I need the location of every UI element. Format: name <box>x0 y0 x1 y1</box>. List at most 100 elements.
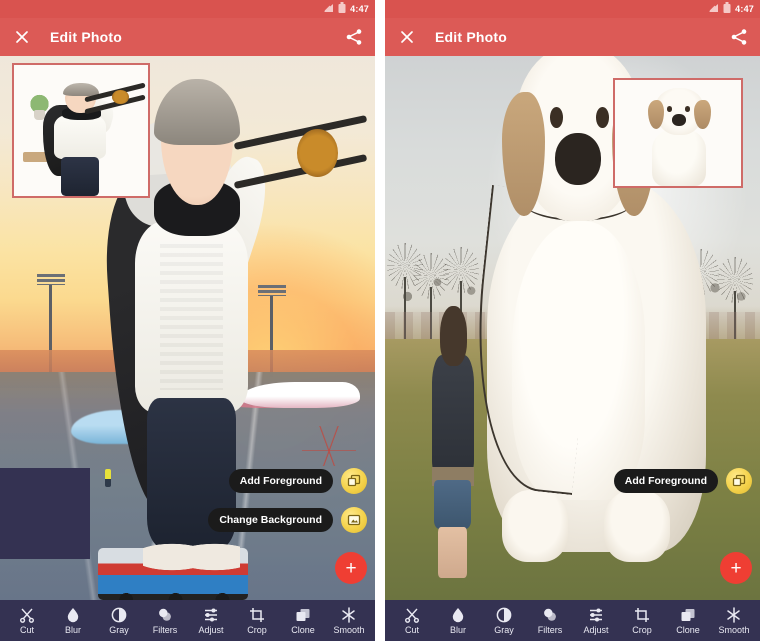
dog-eye <box>684 106 691 112</box>
tool-label: Blur <box>64 624 81 635</box>
screenshot-stage: 4:47 Edit Photo Add Foreground Change Ba… <box>0 0 760 641</box>
tool-filters[interactable]: Filters <box>527 607 573 635</box>
tool-label: Crop <box>247 624 267 635</box>
toy-biplane <box>233 105 368 214</box>
add-foreground-action[interactable]: Add Foreground <box>613 468 752 494</box>
share-icon[interactable] <box>345 28 363 46</box>
phone-screen-left: 4:47 Edit Photo Add Foreground Change Ba… <box>0 0 375 641</box>
tool-shadow[interactable]: Shad <box>372 607 375 635</box>
tool-cut[interactable]: Cut <box>4 607 50 635</box>
tool-label: Filters <box>537 624 563 635</box>
scissors-icon <box>404 607 420 624</box>
sparkle-icon <box>726 607 742 624</box>
denim-shorts <box>433 480 472 530</box>
add-foreground-label[interactable]: Add Foreground <box>613 469 718 493</box>
add-foreground-icon[interactable] <box>341 468 367 494</box>
photo-canvas-right[interactable]: Add Foreground + <box>385 56 760 600</box>
tool-label: Cut <box>19 624 34 635</box>
app-bar-right: Edit Photo <box>385 18 760 56</box>
phone-screen-right: 4:47 Edit Photo Add Foreground + Cut Blu… <box>385 0 760 641</box>
scissors-icon <box>19 607 35 624</box>
tool-label: Smooth <box>718 624 750 635</box>
tool-label: Gray <box>494 624 514 635</box>
sweater <box>54 114 106 160</box>
hair <box>439 306 468 367</box>
change-background-action[interactable]: Change Background <box>208 507 367 533</box>
tool-label: Cut <box>404 624 419 635</box>
change-background-icon[interactable] <box>341 507 367 533</box>
dog-muzzle <box>672 113 687 126</box>
sliders-icon <box>588 607 604 624</box>
page-title: Edit Photo <box>435 29 507 45</box>
filters-icon <box>542 607 558 624</box>
share-icon[interactable] <box>730 28 748 46</box>
sweater <box>134 220 249 413</box>
status-bar-right: 4:47 <box>385 0 760 18</box>
signal-icon <box>323 0 334 18</box>
clone-layers-icon <box>295 607 311 624</box>
tool-label: Smooth <box>333 624 365 635</box>
dog-eye <box>596 107 609 128</box>
dog-eye <box>550 107 564 128</box>
clone-layers-icon <box>680 607 696 624</box>
add-foreground-label[interactable]: Add Foreground <box>228 469 333 493</box>
dog-body <box>652 129 707 186</box>
tool-gray[interactable]: Gray <box>481 607 527 635</box>
shoes <box>143 534 240 580</box>
add-foreground-action[interactable]: Add Foreground <box>228 468 367 494</box>
battery-icon <box>338 0 346 18</box>
foreground-thumbnail-preview[interactable] <box>613 78 743 188</box>
tool-adjust[interactable]: Adjust <box>573 607 619 635</box>
thumbnail-toy-biplane <box>83 82 146 117</box>
tool-bar-right: Cut Blur Gray Filters Adjust Crop Clone … <box>385 600 760 641</box>
dog-muzzle <box>555 132 602 185</box>
sliders-icon <box>203 607 219 624</box>
tool-crop[interactable]: Crop <box>619 607 665 635</box>
app-bar-left: Edit Photo <box>0 18 375 56</box>
tool-label: Adjust <box>583 624 609 635</box>
change-background-label[interactable]: Change Background <box>208 508 333 532</box>
photo-canvas-left[interactable]: Add Foreground Change Background + <box>0 56 375 600</box>
jacket <box>431 355 474 475</box>
tool-adjust[interactable]: Adjust <box>188 607 234 635</box>
dark-panel-overlay <box>0 468 90 559</box>
tool-blur[interactable]: Blur <box>435 607 481 635</box>
tool-label: Blur <box>449 624 466 635</box>
tool-smooth[interactable]: Smooth <box>711 607 757 635</box>
status-time: 4:47 <box>350 3 369 14</box>
close-icon[interactable] <box>397 27 417 47</box>
tool-gray[interactable]: Gray <box>96 607 142 635</box>
legs <box>437 526 468 579</box>
tool-clone[interactable]: Clone <box>665 607 711 635</box>
crop-icon <box>634 607 650 624</box>
dog-paw <box>501 489 569 562</box>
tool-blur[interactable]: Blur <box>50 607 96 635</box>
battery-icon <box>723 0 731 18</box>
droplet-icon <box>66 607 80 624</box>
dog-paw <box>603 489 671 562</box>
crop-icon <box>249 607 265 624</box>
page-title: Edit Photo <box>50 29 122 45</box>
tool-crop[interactable]: Crop <box>234 607 280 635</box>
foreground-thumbnail-preview[interactable] <box>12 63 150 198</box>
thumbnail-subject-dog <box>645 88 713 186</box>
tool-clone[interactable]: Clone <box>280 607 326 635</box>
tool-label: Clone <box>676 624 700 635</box>
filters-icon <box>157 607 173 624</box>
jeans <box>60 156 100 196</box>
tool-filters[interactable]: Filters <box>142 607 188 635</box>
add-fab-button[interactable]: + <box>720 552 752 584</box>
tool-cut[interactable]: Cut <box>389 607 435 635</box>
tool-label: Adjust <box>198 624 224 635</box>
tool-smooth[interactable]: Smooth <box>326 607 372 635</box>
status-bar-left: 4:47 <box>0 0 375 18</box>
add-fab-button[interactable]: + <box>335 552 367 584</box>
droplet-icon <box>451 607 465 624</box>
add-foreground-icon[interactable] <box>726 468 752 494</box>
contrast-circle-icon <box>496 607 512 624</box>
tool-label: Gray <box>109 624 129 635</box>
close-icon[interactable] <box>12 27 32 47</box>
tool-label: Filters <box>152 624 178 635</box>
sparkle-icon <box>341 607 357 624</box>
gantry-crane <box>302 425 357 466</box>
